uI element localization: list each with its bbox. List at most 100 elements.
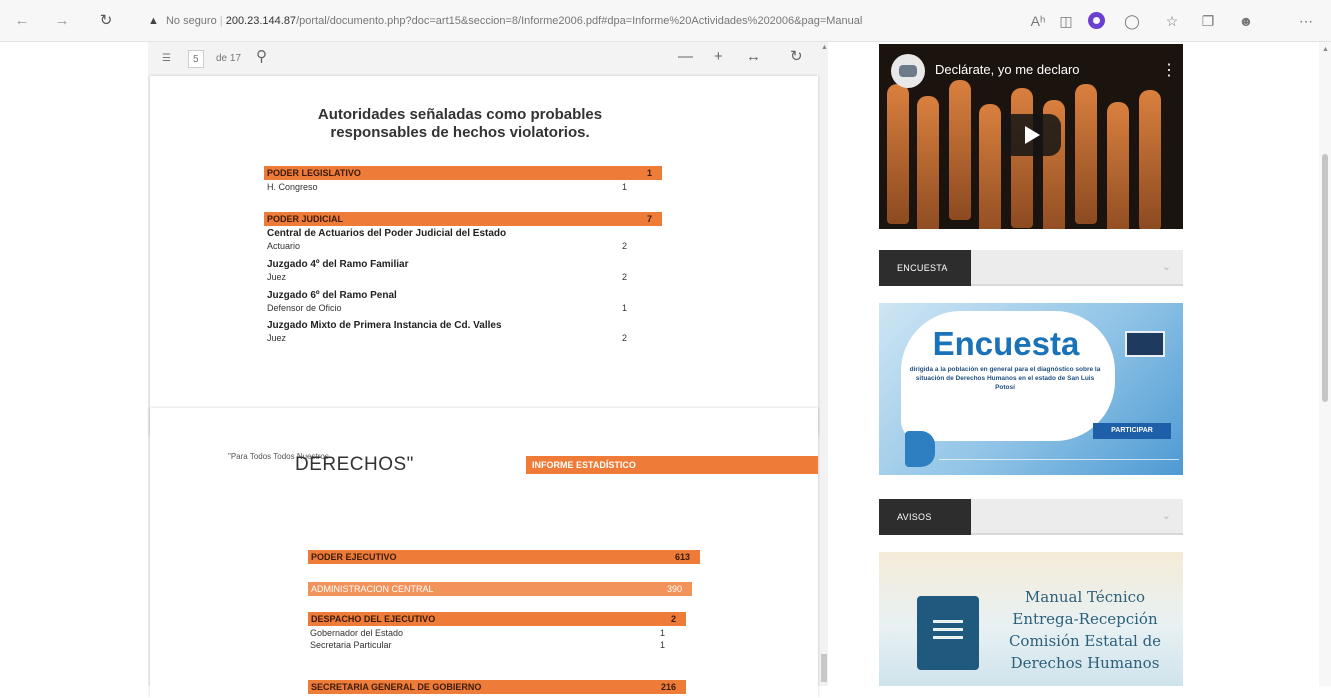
browser-toolbar: ← → ↻ ▲ No seguro | 200.23.144.87/portal… bbox=[0, 0, 1331, 42]
book-icon bbox=[917, 596, 979, 670]
section-label: ADMINISTRACION CENTRAL bbox=[311, 584, 434, 594]
manual-line-2: Entrega-Recepción bbox=[1012, 610, 1158, 628]
avisos-tab-label: AVISOS bbox=[879, 499, 971, 535]
manual-banner[interactable]: Manual Técnico Entrega-Recepción Comisió… bbox=[879, 552, 1183, 686]
pdf-page-1: Autoridades señaladas como probables res… bbox=[150, 76, 818, 436]
section-header-ejecutivo: PODER EJECUTIVO 613 bbox=[308, 550, 700, 564]
row-value: 1 bbox=[660, 628, 666, 638]
scroll-up-arrow-icon[interactable]: ▲ bbox=[821, 44, 828, 51]
table-row: Actuario 2 bbox=[267, 241, 627, 252]
chevron-down-icon[interactable]: ⌄ bbox=[1162, 260, 1171, 273]
more-vert-icon[interactable]: ⋮ bbox=[1161, 60, 1177, 80]
section-label: DESPACHO DEL EJECUTIVO bbox=[311, 614, 436, 624]
section-header-legislativo: PODER LEGISLATIVO 1 bbox=[264, 166, 662, 180]
section-value: 7 bbox=[646, 214, 652, 224]
row-label: Defensor de Oficio bbox=[267, 303, 342, 313]
row-value: 2 bbox=[622, 272, 628, 282]
pdf-scrollbar[interactable]: ▲ bbox=[820, 42, 828, 686]
row-value: 2 bbox=[622, 241, 628, 251]
zoom-in-button[interactable]: + bbox=[714, 48, 723, 66]
participar-button[interactable]: PARTICIPAR bbox=[1093, 423, 1171, 439]
table-row: Defensor de Oficio 1 bbox=[267, 303, 627, 314]
row-value: 1 bbox=[622, 303, 628, 313]
row-label: H. Congreso bbox=[267, 182, 318, 192]
search-icon[interactable]: ⚲ bbox=[256, 48, 267, 66]
more-icon[interactable]: ⋯ bbox=[1296, 11, 1316, 31]
encuesta-tab-label: ENCUESTA bbox=[879, 250, 971, 286]
encuesta-title: Encuesta bbox=[932, 325, 1080, 362]
manual-line-3: Comisión Estatal de bbox=[1008, 632, 1162, 650]
zoom-out-button[interactable]: — bbox=[678, 48, 693, 66]
table-row: Secretaria Particular 1 bbox=[310, 640, 670, 651]
slogan-big: DERECHOS" bbox=[295, 454, 414, 475]
warning-icon: ▲ bbox=[148, 15, 159, 27]
section-label: PODER LEGISLATIVO bbox=[267, 168, 361, 178]
banner-footer-logos bbox=[939, 459, 1179, 467]
encuesta-section-header: ENCUESTA ⌄ bbox=[879, 250, 1183, 286]
pdf-toolbar: ☰ 5 de 17 ⚲ — + ↔ ↻ bbox=[148, 42, 828, 76]
section-header-judicial: PODER JUDICIAL 7 bbox=[264, 212, 662, 226]
back-icon[interactable]: ← bbox=[12, 11, 32, 31]
favorites-icon[interactable]: ☆ bbox=[1162, 11, 1182, 31]
group-title: Central de Actuarios del Poder Judicial … bbox=[267, 228, 507, 239]
profile-icon[interactable]: ☻ bbox=[1236, 11, 1256, 31]
page-number-input[interactable]: 5 bbox=[188, 50, 204, 68]
row-value: 1 bbox=[622, 182, 628, 192]
row-label: Actuario bbox=[267, 241, 301, 251]
table-row: H. Congreso 1 bbox=[267, 182, 627, 193]
page-total: de 17 bbox=[216, 53, 242, 64]
url-host: 200.23.144.87 bbox=[225, 15, 297, 27]
table-row: Juez 2 bbox=[267, 272, 627, 283]
manual-title: Manual Técnico Entrega-Recepción Comisió… bbox=[997, 586, 1173, 674]
play-icon[interactable] bbox=[1001, 114, 1061, 156]
channel-avatar[interactable] bbox=[891, 54, 925, 88]
video-embed[interactable]: Declárate, yo me declaro ⋮ bbox=[879, 44, 1183, 229]
page-scrollbar[interactable]: ▲ bbox=[1319, 42, 1331, 686]
immersive-reader-icon[interactable]: ◫ bbox=[1056, 11, 1076, 31]
group-title: Juzgado 6º del Ramo Penal bbox=[267, 290, 397, 301]
row-value: 2 bbox=[622, 333, 628, 343]
row-label: Secretaria Particular bbox=[310, 640, 392, 650]
rotate-icon[interactable]: ↻ bbox=[790, 48, 803, 66]
extension-icon[interactable] bbox=[1088, 12, 1105, 29]
page-scrollbar-thumb[interactable] bbox=[1322, 154, 1328, 402]
informe-estadistico-label: INFORME ESTADÍSTICO bbox=[526, 456, 818, 474]
security-label: No seguro bbox=[165, 15, 217, 27]
row-value: 1 bbox=[660, 640, 666, 650]
section-value: 1 bbox=[646, 168, 652, 178]
group-title: Juzgado Mixto de Primera Instancia de Cd… bbox=[267, 320, 502, 331]
row-label: Juez bbox=[267, 333, 287, 343]
manual-line-1: Manual Técnico bbox=[1024, 588, 1146, 606]
avisos-section-header: AVISOS ⌄ bbox=[879, 499, 1183, 535]
megaphone-icon bbox=[905, 431, 935, 467]
section-label: PODER EJECUTIVO bbox=[311, 552, 397, 562]
scroll-up-arrow-icon[interactable]: ▲ bbox=[1322, 46, 1329, 53]
video-title[interactable]: Declárate, yo me declaro bbox=[935, 62, 1080, 77]
pdf-scrollbar-thumb[interactable] bbox=[821, 654, 827, 682]
browser-essentials-icon[interactable]: ◯ bbox=[1122, 11, 1142, 31]
video-thumbnail-art bbox=[887, 84, 909, 224]
forward-icon[interactable]: → bbox=[52, 11, 72, 31]
row-label: Gobernador del Estado bbox=[310, 628, 404, 638]
section-header-secretaria: SECRETARIA GENERAL DE GOBIERNO 216 bbox=[308, 680, 686, 694]
page-title: Autoridades señaladas como probables res… bbox=[317, 106, 603, 141]
section-label: SECRETARIA GENERAL DE GOBIERNO bbox=[311, 682, 482, 692]
read-aloud-icon[interactable]: Aʰ bbox=[1028, 11, 1048, 31]
collections-icon[interactable]: ❐ bbox=[1198, 11, 1218, 31]
toc-icon[interactable]: ☰ bbox=[162, 50, 171, 68]
address-bar[interactable]: ▲ No seguro | 200.23.144.87/portal/docum… bbox=[148, 8, 968, 34]
encuesta-banner[interactable]: Encuesta dirigida a la población en gene… bbox=[879, 303, 1183, 475]
section-value: 2 bbox=[670, 614, 676, 624]
section-header-administracion: ADMINISTRACION CENTRAL 390 bbox=[308, 582, 692, 596]
laptop-icon bbox=[1125, 331, 1165, 357]
section-value: 613 bbox=[674, 552, 690, 562]
section-label: PODER JUDICIAL bbox=[267, 214, 344, 224]
table-row: Gobernador del Estado 1 bbox=[310, 628, 670, 639]
encuesta-description: dirigida a la población en general para … bbox=[909, 366, 1101, 391]
section-value: 216 bbox=[660, 682, 676, 692]
refresh-icon[interactable]: ↻ bbox=[96, 11, 116, 31]
fit-width-button[interactable]: ↔ bbox=[746, 48, 761, 66]
chevron-down-icon[interactable]: ⌄ bbox=[1162, 509, 1171, 522]
row-label: Juez bbox=[267, 272, 287, 282]
table-row: Juez 2 bbox=[267, 333, 627, 344]
